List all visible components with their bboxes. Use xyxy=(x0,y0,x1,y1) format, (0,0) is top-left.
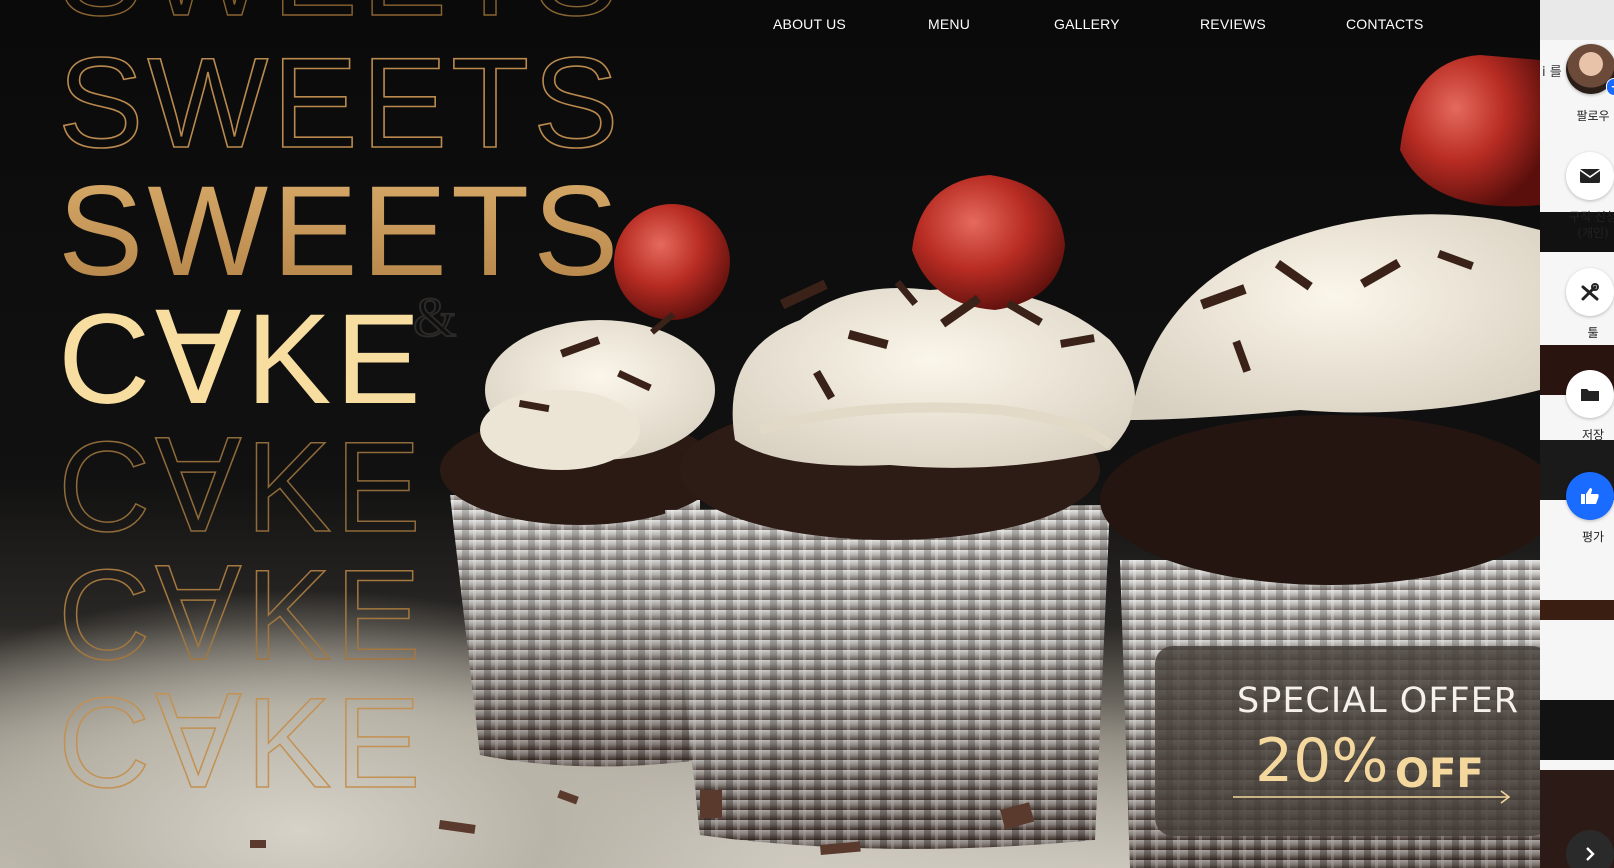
special-offer-card[interactable]: SPECIAL OFFER 20% OFF xyxy=(1155,646,1540,836)
nav-gallery[interactable]: GALLERY xyxy=(1054,16,1120,32)
panel-strip xyxy=(1540,600,1614,620)
save-label[interactable]: 저장 xyxy=(1558,428,1614,443)
tools-icon xyxy=(1581,283,1599,301)
offer-title: SPECIAL OFFER xyxy=(1237,681,1520,721)
tools-label[interactable]: 툴 xyxy=(1558,326,1614,341)
partial-text: i 를 xyxy=(1542,65,1562,80)
arrow-right-icon[interactable] xyxy=(1233,790,1513,804)
apply-button[interactable] xyxy=(1566,152,1614,200)
sweets-title: SWEETS xyxy=(58,160,623,303)
cake-outline-1: C∀KE xyxy=(57,416,425,559)
nav-reviews[interactable]: REVIEWS xyxy=(1200,16,1266,32)
nav-contacts[interactable]: CONTACTS xyxy=(1346,16,1424,32)
sweets-outline-top: SWEETS xyxy=(57,0,623,36)
rate-button[interactable] xyxy=(1566,472,1614,520)
nav-about-us[interactable]: ABOUT US xyxy=(773,16,846,32)
tools-button[interactable] xyxy=(1566,268,1614,316)
follow-label[interactable]: 팔로우 xyxy=(1558,109,1614,124)
side-panel: i 를 + 팔로우 구직 신청 (개인) 툴 저장 평가 xyxy=(1540,0,1614,868)
chevron-right-icon xyxy=(1586,847,1595,861)
apply-label[interactable]: 구직 신청 xyxy=(1558,210,1614,225)
rate-label[interactable]: 평가 xyxy=(1558,530,1614,545)
follow-plus-icon[interactable]: + xyxy=(1606,78,1614,96)
offer-percent: 20% xyxy=(1255,726,1389,796)
sweets-outline: SWEETS xyxy=(57,32,623,175)
nav-menu[interactable]: MENU xyxy=(928,16,970,32)
cake-outline-2: C∀KE xyxy=(57,544,425,687)
cake-title: C∀KE xyxy=(58,288,425,431)
mail-icon xyxy=(1579,169,1601,183)
cake-outline-3: C∀KE xyxy=(57,672,425,815)
hero-section: ABOUT US MENU GALLERY REVIEWS CONTACTS S… xyxy=(0,0,1540,868)
folder-icon xyxy=(1581,389,1599,401)
thumbs-up-icon xyxy=(1581,488,1599,504)
ampersand: & xyxy=(412,286,458,350)
apply-label-sub[interactable]: (개인) xyxy=(1558,226,1614,241)
panel-strip xyxy=(1540,700,1614,760)
save-button[interactable] xyxy=(1566,370,1614,418)
panel-strip xyxy=(1540,0,1614,40)
